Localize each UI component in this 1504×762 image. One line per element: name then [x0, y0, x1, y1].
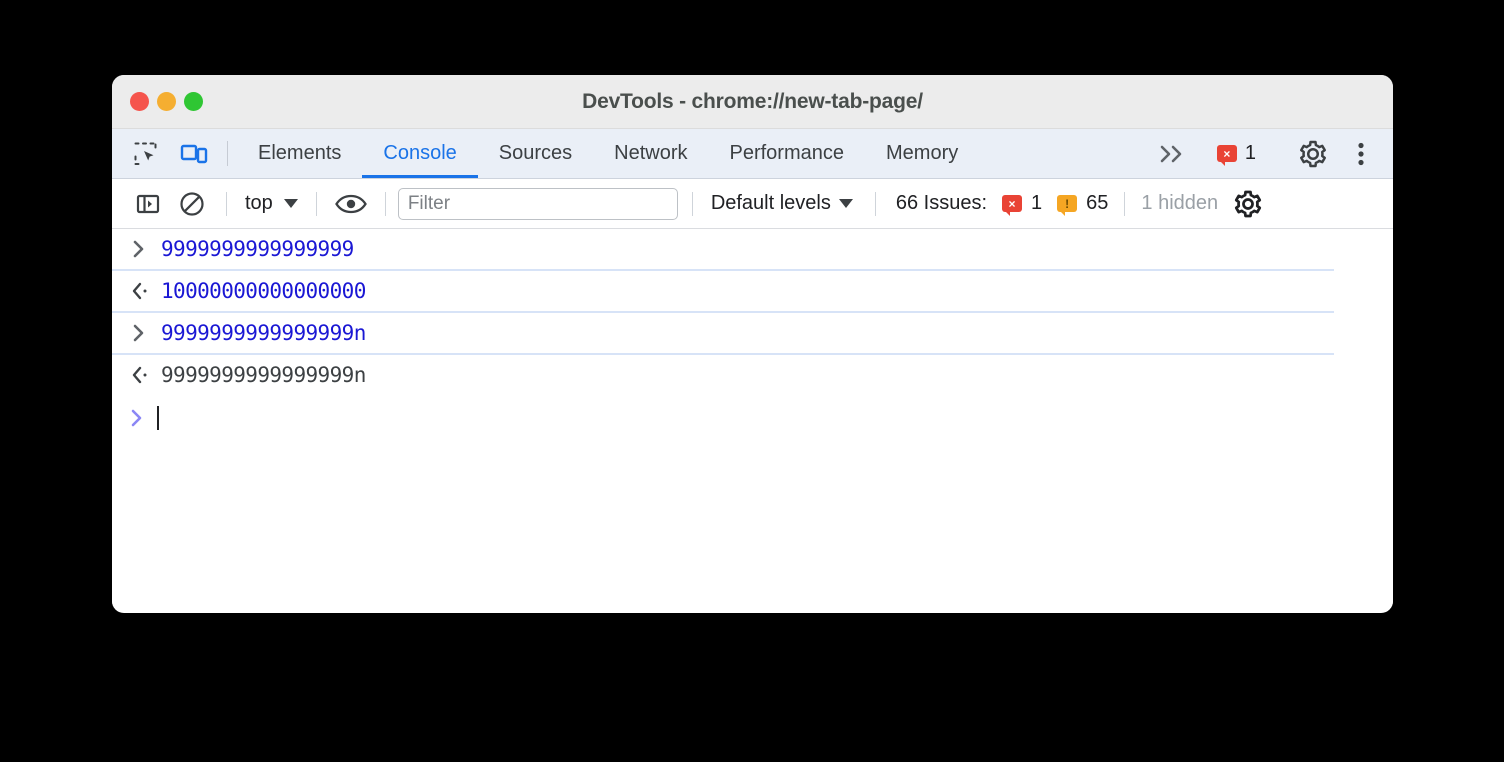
- prompt-chevron-icon: [130, 409, 157, 427]
- console-toolbar: top Default levels 66 Issues: ×: [112, 179, 1393, 229]
- inspect-element-icon: [133, 141, 159, 167]
- devtools-window: DevTools - chrome://new-tab-page/ Elemen…: [112, 75, 1393, 613]
- tab-network-label: Network: [614, 142, 688, 164]
- error-badge-icon: ×: [1216, 145, 1237, 166]
- maximize-window-button[interactable]: [184, 92, 203, 111]
- toggle-console-sidebar-button[interactable]: [126, 186, 170, 222]
- console-message-row[interactable]: 10000000000000000: [112, 271, 1334, 313]
- chevron-down-icon: [838, 199, 853, 208]
- tabbar-right-controls: × 1: [1149, 129, 1393, 178]
- devtools-tabbar: Elements Console Sources Network Perform…: [112, 129, 1393, 179]
- tab-performance[interactable]: Performance: [709, 129, 866, 178]
- console-toolbar-divider-1: [226, 191, 227, 216]
- console-toolbar-divider-2: [315, 191, 317, 216]
- inspect-element-button[interactable]: [122, 129, 170, 178]
- double-chevron-right-icon: [1157, 143, 1189, 165]
- warning-badge-glyph: !: [1065, 196, 1070, 211]
- output-arrow-icon: [132, 282, 161, 300]
- tab-elements-label: Elements: [258, 142, 342, 164]
- show-console-sidebar-icon: [135, 191, 161, 217]
- console-message-text: 10000000000000000: [161, 279, 366, 303]
- tab-elements[interactable]: Elements: [237, 129, 362, 178]
- console-prompt-caret: [157, 406, 159, 430]
- input-chevron-icon: [132, 324, 161, 342]
- issues-label: 66 Issues:: [895, 192, 988, 214]
- console-message-text: 9999999999999999n: [161, 321, 366, 345]
- execution-context-label: top: [245, 192, 273, 214]
- gear-icon: [1298, 139, 1328, 169]
- kebab-menu-icon: [1357, 141, 1365, 167]
- tab-memory[interactable]: Memory: [865, 129, 979, 178]
- console-toolbar-divider-6: [1124, 191, 1126, 216]
- tab-network[interactable]: Network: [593, 129, 708, 178]
- console-filter-input[interactable]: [397, 187, 678, 220]
- issues-counter[interactable]: 66 Issues: × 1 ! 65: [892, 192, 1109, 216]
- console-settings-button[interactable]: [1226, 186, 1270, 222]
- chevron-down-icon: [283, 199, 298, 208]
- error-badge-icon: ×: [1002, 195, 1023, 216]
- log-levels-selector[interactable]: Default levels: [705, 192, 859, 215]
- console-toolbar-divider-3: [384, 191, 386, 216]
- traffic-lights: [130, 75, 203, 128]
- output-arrow-icon: [132, 366, 161, 384]
- console-message-text: 9999999999999999n: [161, 363, 366, 387]
- log-levels-label: Default levels: [710, 192, 831, 214]
- clear-console-icon: [178, 190, 206, 218]
- tab-console[interactable]: Console: [362, 129, 479, 178]
- console-settings-gear-icon: [1233, 189, 1263, 219]
- warning-badge-icon: !: [1057, 195, 1078, 216]
- issues-error-count: 1: [1031, 192, 1043, 214]
- toggle-device-toolbar-button[interactable]: [170, 129, 218, 178]
- more-tabs-button[interactable]: [1149, 143, 1203, 165]
- clear-console-button[interactable]: [170, 186, 214, 222]
- tab-performance-label: Performance: [729, 142, 845, 164]
- error-badge-glyph: ×: [1223, 146, 1231, 161]
- tab-sources[interactable]: Sources: [478, 129, 593, 178]
- issues-warning-count: 65: [1086, 192, 1109, 214]
- devtools-settings-button[interactable]: [1289, 139, 1337, 169]
- error-badge-glyph: ×: [1008, 196, 1016, 211]
- window-titlebar: DevTools - chrome://new-tab-page/: [112, 75, 1393, 129]
- console-message-row[interactable]: 9999999999999999: [112, 229, 1334, 271]
- device-toolbar-icon: [180, 141, 208, 167]
- hidden-messages-label: 1 hidden: [1141, 192, 1219, 214]
- tab-memory-label: Memory: [886, 142, 959, 164]
- input-chevron-icon: [132, 240, 161, 258]
- create-live-expression-button[interactable]: [329, 186, 373, 222]
- console-toolbar-divider-4: [691, 191, 693, 216]
- console-message-row[interactable]: 9999999999999999n: [112, 313, 1334, 355]
- execution-context-selector[interactable]: top: [239, 192, 304, 215]
- window-title: DevTools - chrome://new-tab-page/: [582, 89, 923, 113]
- close-window-button[interactable]: [130, 92, 149, 111]
- console-message-list[interactable]: 9999999999999999 10000000000000000 99999…: [112, 229, 1393, 612]
- devtools-more-options-button[interactable]: [1337, 141, 1385, 167]
- console-toolbar-divider-5: [874, 191, 876, 216]
- tab-sources-label: Sources: [498, 142, 573, 164]
- console-message-row[interactable]: 9999999999999999n: [112, 355, 1334, 397]
- live-expression-eye-icon: [334, 192, 368, 216]
- console-message-text: 9999999999999999: [161, 237, 354, 261]
- console-prompt-row[interactable]: [112, 397, 1393, 439]
- tabbar-divider: [227, 141, 228, 166]
- tabbar-error-count: 1: [1244, 142, 1256, 164]
- minimize-window-button[interactable]: [157, 92, 176, 111]
- tabbar-error-counter[interactable]: × 1: [1203, 142, 1270, 166]
- tab-console-label: Console: [383, 142, 457, 164]
